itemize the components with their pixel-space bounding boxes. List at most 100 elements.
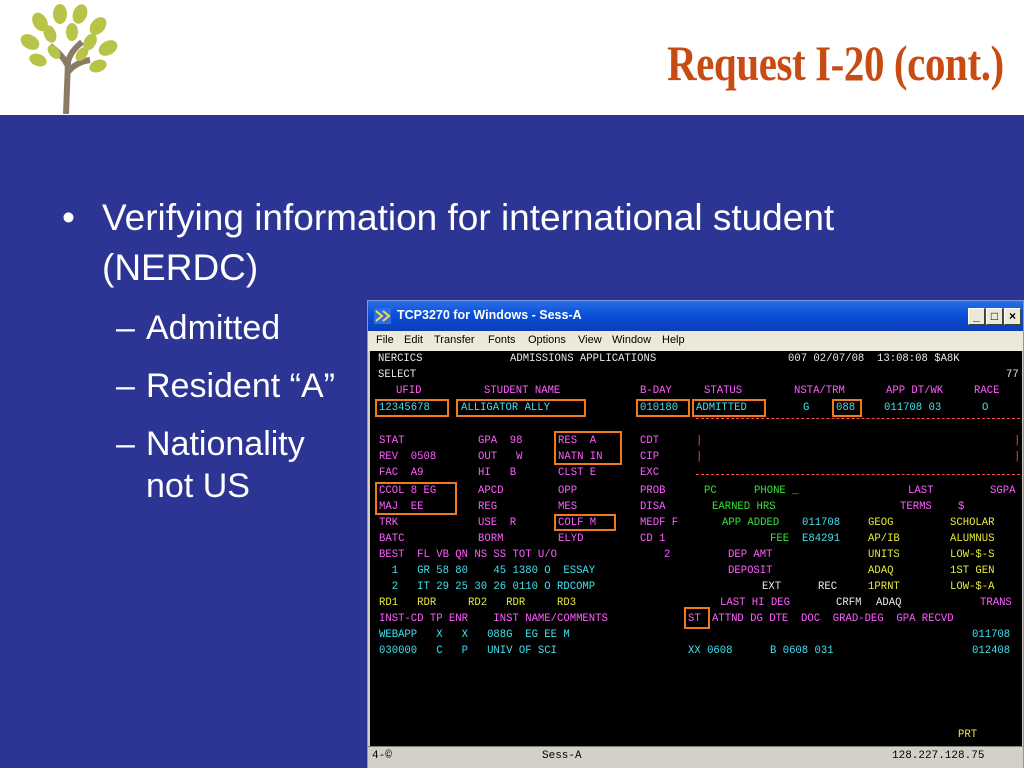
tcp3270-window: TCP3270 for Windows - Sess-A _ □ × File … [367, 300, 1024, 768]
exc-label: EXC [640, 467, 660, 479]
test-count: 2 [664, 549, 671, 561]
slide-header: Request I-20 (cont.) [0, 0, 1024, 115]
menu-view[interactable]: View [578, 334, 602, 346]
elyd-label: ELYD [558, 533, 584, 545]
phone-field: PHONE _ [754, 485, 799, 497]
highlight-res-natn [554, 431, 622, 465]
attnd-header: ATTND DG DTE DOC GRAD-DEG GPA RECVD [712, 613, 954, 625]
sgpa-label: SGPA [990, 485, 1016, 497]
geog-label: GEOG [868, 517, 894, 529]
trans-label: TRANS [980, 597, 1012, 609]
adaq-label: ADAQ [868, 565, 894, 577]
hi-field: HI B [478, 467, 517, 479]
sub-bullet-admitted: – Admitted [116, 309, 281, 347]
cd-field: CD 1 [640, 533, 666, 545]
bar-right-2: | [1014, 451, 1021, 463]
app-added-value: 011708 [802, 517, 841, 529]
medf-field: MEDF F [640, 517, 679, 529]
sub-bullet-nationality: – Nationality not US [116, 425, 305, 505]
crfm-label: CRFM [836, 597, 862, 609]
clst-field: CLST E [558, 467, 597, 479]
inst-row-1: WEBAPP X X 088G EG EE M [379, 629, 570, 641]
inst-row-1-recvd: 011708 [972, 629, 1011, 641]
name-header: STUDENT NAME [484, 385, 561, 397]
select-label: SELECT [378, 369, 417, 381]
highlight-st [684, 607, 710, 629]
pc-label: PC [704, 485, 717, 497]
screen-datetime: 007 02/07/08 13:08:08 $A8K [788, 353, 960, 365]
low-a-label: LOW-$-A [950, 581, 995, 593]
bar-left: | [696, 435, 703, 447]
inst-row-2-recvd: 012408 [972, 645, 1011, 657]
menu-options[interactable]: Options [528, 334, 566, 346]
menu-help[interactable]: Help [662, 334, 685, 346]
main-bullet: • Verifying information for internationa… [62, 193, 882, 293]
inst-header: INST-CD TP ENR INST NAME/COMMENTS [379, 613, 608, 625]
slide-title: Request I-20 (cont.) [667, 35, 1004, 91]
highlight-ufid [375, 399, 449, 417]
menu-edit[interactable]: Edit [404, 334, 423, 346]
appdt-header: APP DT/WK [886, 385, 944, 397]
inst-row-2-attnd: XX 0608 [688, 645, 733, 657]
last-label: LAST [908, 485, 934, 497]
menu-transfer[interactable]: Transfer [434, 334, 475, 346]
row-count: 77 [1006, 369, 1019, 381]
apcd-label: APCD [478, 485, 504, 497]
low-s-label: LOW-$-S [950, 549, 995, 561]
menu-fonts[interactable]: Fonts [488, 334, 516, 346]
units-label: UNITS [868, 549, 900, 561]
ext-label: EXT [762, 581, 782, 593]
trk-label: TRK [379, 517, 399, 529]
dep-amt-label: DEP AMT [728, 549, 773, 561]
terms-label: TERMS [900, 501, 932, 513]
race-header: RACE [974, 385, 1000, 397]
rev-field: REV 0508 [379, 451, 437, 463]
use-field: USE R [478, 517, 517, 529]
test-row-2: 2 IT 29 25 30 26 0110 O RDCOMP [379, 581, 596, 593]
window-titlebar[interactable]: TCP3270 for Windows - Sess-A _ □ × [368, 301, 1023, 331]
scholar-label: SCHOLAR [950, 517, 995, 529]
inst-row-2: 030000 C P UNIV OF SCI [379, 645, 558, 657]
divider-line-1 [696, 418, 1020, 419]
nsta-header: NSTA/TRM [794, 385, 845, 397]
maximize-button[interactable]: □ [986, 308, 1003, 325]
status-bar: 4-© Sess-A 128.227.128.75 [368, 746, 1023, 768]
opp-label: OPP [558, 485, 578, 497]
status-left: 4-© [372, 750, 392, 762]
status-header: STATUS [704, 385, 743, 397]
batc-label: BATC [379, 533, 405, 545]
first-gen-label: 1ST GEN [950, 565, 995, 577]
test-header: BEST FL VB QN NS SS TOT U/O [379, 549, 558, 561]
highlight-status [692, 399, 766, 417]
window-title: TCP3270 for Windows - Sess-A [397, 308, 582, 322]
cip-label: CIP [640, 451, 660, 463]
bar-right: | [1014, 435, 1021, 447]
test-row-1: 1 GR 58 80 45 1380 O ESSAY [379, 565, 596, 577]
alumnus-label: ALUMNUS [950, 533, 995, 545]
highlight-colf [554, 514, 616, 531]
borm-label: BORM [478, 533, 504, 545]
sub-bullet-resident: – Resident “A” [116, 367, 335, 405]
fee-label: FEE [770, 533, 790, 545]
ufid-header: UFID [396, 385, 422, 397]
nsta-value: G [803, 402, 810, 414]
highlight-ccol-maj [375, 482, 457, 515]
close-button[interactable]: × [1004, 308, 1021, 325]
fee-value: E84291 [802, 533, 841, 545]
prnt-label: 1PRNT [868, 581, 900, 593]
highlight-bday [636, 399, 690, 417]
apib-label: AP/IB [868, 533, 900, 545]
deposit-label: DEPOSIT [728, 565, 773, 577]
screen-title: ADMISSIONS APPLICATIONS [510, 353, 657, 365]
fac-field: FAC A9 [379, 467, 424, 479]
bullet-dot-icon: • [62, 197, 75, 238]
rd-row: RD1 RDR RD2 RDR RD3 [379, 597, 577, 609]
terminal-screen[interactable]: NERCICS ADMISSIONS APPLICATIONS 007 02/0… [370, 351, 1022, 746]
minimize-button[interactable]: _ [968, 308, 985, 325]
disa-label: DISA [640, 501, 666, 513]
menu-window[interactable]: Window [612, 334, 651, 346]
divider-line-2 [696, 474, 1020, 475]
menu-file[interactable]: File [376, 334, 394, 346]
race-value: O [982, 402, 989, 414]
adaq-label-2: ADAQ [876, 597, 902, 609]
